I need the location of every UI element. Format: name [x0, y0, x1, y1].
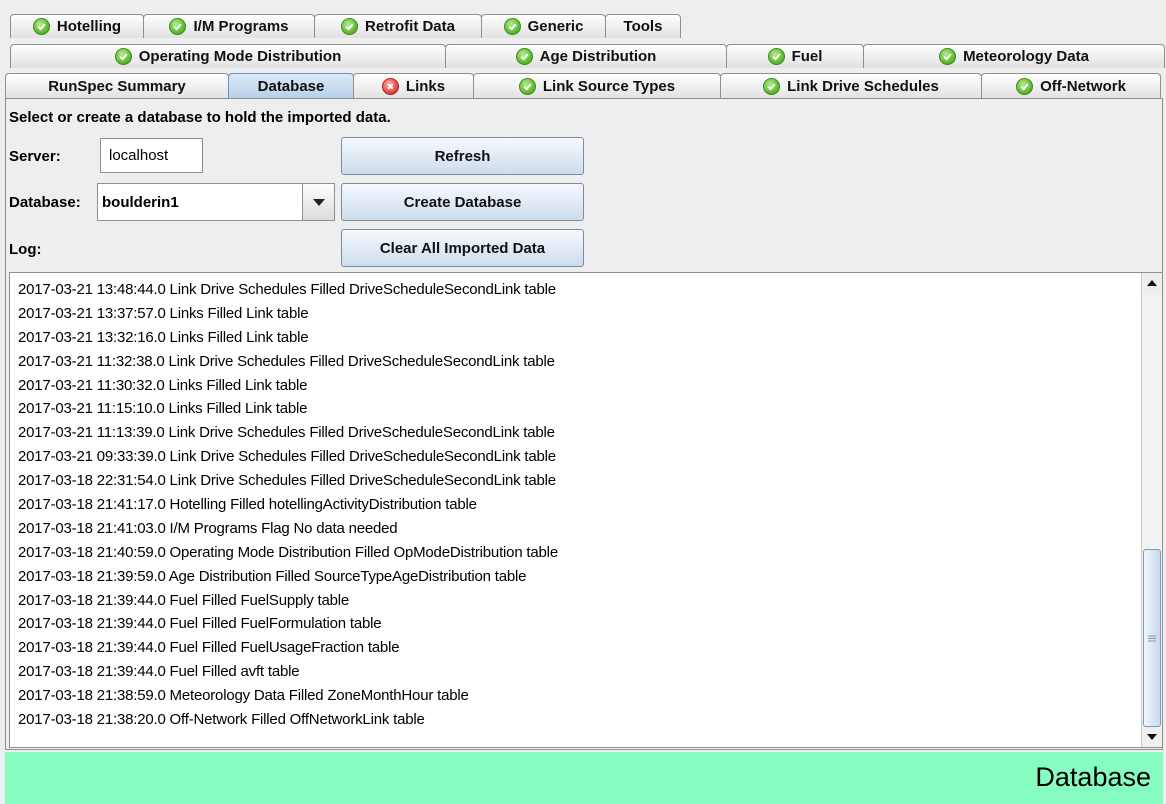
log-line: 2017-03-18 21:38:59.0 Meteorology Data F…: [18, 687, 469, 705]
tab-meteorology-data[interactable]: Meteorology Data: [863, 44, 1165, 68]
log-line: 2017-03-21 11:30:32.0 Links Filled Link …: [18, 376, 308, 394]
log-textarea[interactable]: 2017-03-21 13:48:44.0 Link Drive Schedul…: [9, 272, 1163, 748]
database-label: Database:: [9, 194, 81, 211]
tab-label: Tools: [623, 18, 663, 35]
log-line: 2017-03-18 21:39:44.0 Fuel Filled avft t…: [18, 663, 300, 681]
check-icon: [169, 18, 187, 35]
check-icon: [763, 78, 781, 95]
check-icon: [340, 18, 358, 35]
log-label: Log:: [9, 241, 42, 258]
log-line: 2017-03-21 13:37:57.0 Links Filled Link …: [18, 304, 309, 322]
scroll-down-icon[interactable]: [1142, 727, 1162, 747]
check-icon: [114, 48, 132, 65]
tab-label: Age Distribution: [539, 48, 657, 65]
tab-row-3: RunSpec Summary Database Links Link Sour…: [5, 73, 1166, 99]
tab-operating-mode-distribution[interactable]: Operating Mode Distribution: [10, 44, 446, 68]
tab-label: Generic: [527, 18, 584, 35]
tab-label: Database: [257, 78, 325, 95]
database-combobox[interactable]: boulderin1: [97, 183, 335, 221]
tab-tools[interactable]: Tools: [605, 14, 681, 38]
create-database-button[interactable]: Create Database: [341, 183, 584, 221]
tab-label: Operating Mode Distribution: [138, 48, 342, 65]
log-line: 2017-03-18 21:39:59.0 Age Distribution F…: [18, 567, 527, 585]
log-line: 2017-03-18 21:39:44.0 Fuel Filled FuelUs…: [18, 639, 400, 657]
tab-runspec-summary[interactable]: RunSpec Summary: [5, 73, 229, 99]
database-panel: Select or create a database to hold the …: [5, 98, 1163, 750]
tab-label: Link Drive Schedules: [787, 78, 939, 95]
check-icon: [767, 48, 785, 65]
tab-off-network[interactable]: Off-Network: [981, 73, 1161, 99]
refresh-button[interactable]: Refresh: [341, 137, 584, 175]
log-line: 2017-03-21 11:13:39.0 Link Drive Schedul…: [18, 424, 555, 442]
tab-retrofit-data[interactable]: Retrofit Data: [314, 14, 482, 38]
tab-label: Links: [405, 78, 446, 95]
tab-label: I/M Programs: [193, 18, 289, 35]
log-line: 2017-03-18 21:38:20.0 Off-Network Filled…: [18, 711, 425, 729]
tab-label: RunSpec Summary: [48, 78, 186, 95]
database-value: boulderin1: [102, 193, 179, 211]
tab-row-2: Operating Mode Distribution Age Distribu…: [10, 44, 1166, 68]
log-lines: 2017-03-21 13:48:44.0 Link Drive Schedul…: [18, 278, 1138, 732]
log-line: 2017-03-21 09:33:39.0 Link Drive Schedul…: [18, 448, 556, 466]
check-icon: [939, 48, 957, 65]
grip-icon: [1148, 635, 1156, 641]
check-icon: [503, 18, 521, 35]
log-line: 2017-03-21 13:48:44.0 Link Drive Schedul…: [18, 281, 556, 298]
log-line: 2017-03-18 22:31:54.0 Link Drive Schedul…: [18, 472, 556, 490]
tab-label: Retrofit Data: [364, 18, 455, 35]
log-line: 2017-03-21 13:32:16.0 Links Filled Link …: [18, 328, 309, 346]
tab-label: Meteorology Data: [963, 48, 1089, 65]
error-icon: [381, 78, 399, 95]
scroll-up-icon[interactable]: [1142, 273, 1162, 293]
instruction-text: Select or create a database to hold the …: [9, 109, 391, 126]
log-line: 2017-03-21 11:15:10.0 Links Filled Link …: [18, 400, 308, 418]
tab-fuel[interactable]: Fuel: [726, 44, 864, 68]
tab-label: Fuel: [791, 48, 823, 65]
tab-generic[interactable]: Generic: [481, 14, 606, 38]
check-icon: [515, 48, 533, 65]
status-bar: Database: [5, 752, 1163, 804]
log-line: 2017-03-18 21:39:44.0 Fuel Filled FuelSu…: [18, 591, 350, 609]
scrollbar-thumb[interactable]: [1143, 549, 1161, 727]
check-icon: [1016, 78, 1034, 95]
log-line: 2017-03-18 21:41:03.0 I/M Programs Flag …: [18, 519, 398, 537]
tab-database[interactable]: Database: [228, 73, 354, 99]
tab-link-drive-schedules[interactable]: Link Drive Schedules: [720, 73, 982, 99]
tab-hotelling[interactable]: Hotelling: [10, 14, 144, 38]
server-input[interactable]: localhost: [100, 138, 203, 173]
clear-all-imported-data-button[interactable]: Clear All Imported Data: [341, 229, 584, 267]
log-line: 2017-03-21 11:32:38.0 Link Drive Schedul…: [18, 352, 555, 370]
log-line: 2017-03-18 21:40:59.0 Operating Mode Dis…: [18, 543, 558, 561]
status-text: Database: [1035, 762, 1151, 792]
tab-label: Hotelling: [56, 18, 122, 35]
chevron-down-icon[interactable]: [302, 184, 334, 220]
log-line: 2017-03-18 21:39:44.0 Fuel Filled FuelFo…: [18, 615, 382, 633]
tab-links[interactable]: Links: [353, 73, 474, 99]
tab-im-programs[interactable]: I/M Programs: [143, 14, 315, 38]
vertical-scrollbar[interactable]: [1141, 273, 1162, 747]
server-label: Server:: [9, 148, 61, 165]
check-icon: [518, 78, 536, 95]
tab-link-source-types[interactable]: Link Source Types: [473, 73, 721, 99]
log-line: 2017-03-18 21:41:17.0 Hotelling Filled h…: [18, 496, 477, 514]
tab-label: Link Source Types: [542, 78, 676, 95]
check-icon: [32, 18, 50, 35]
tab-row-1: Hotelling I/M Programs Retrofit Data Gen…: [10, 14, 1166, 38]
tab-age-distribution[interactable]: Age Distribution: [445, 44, 727, 68]
tab-label: Off-Network: [1040, 78, 1126, 95]
